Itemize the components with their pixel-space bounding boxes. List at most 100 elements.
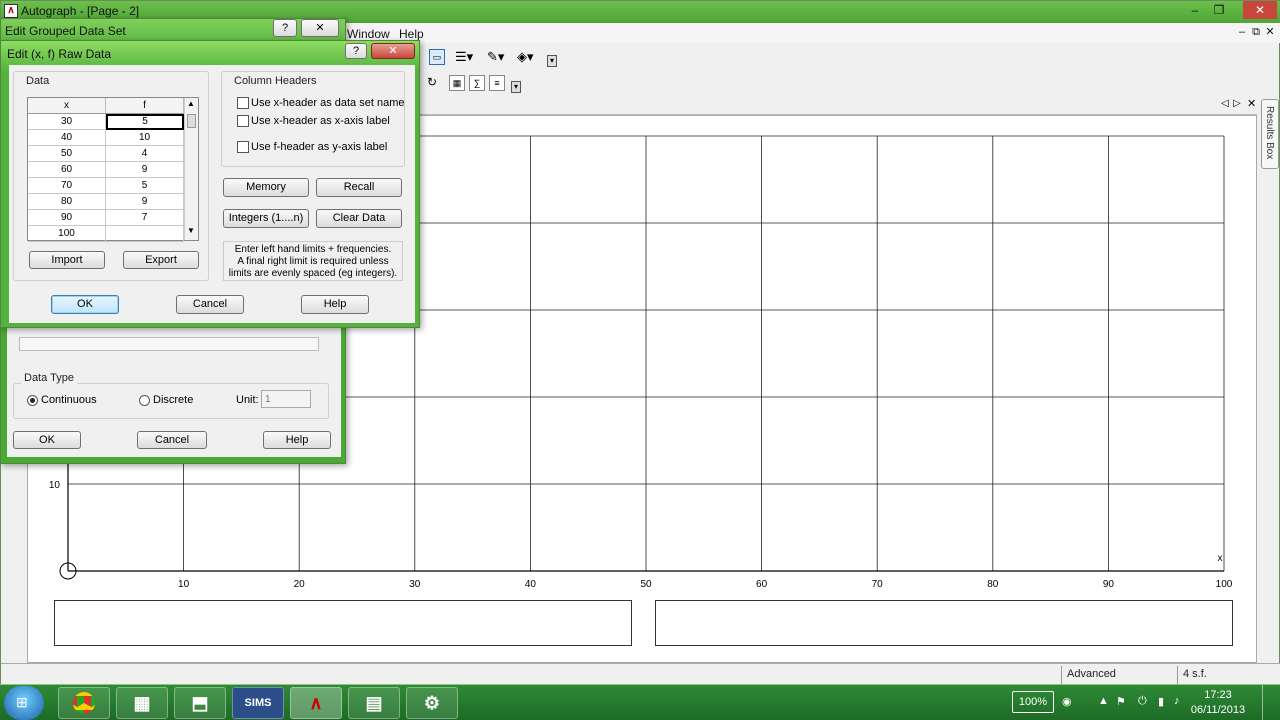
pen-icon[interactable]: ✎▾	[487, 49, 504, 65]
discrete-label: Discrete	[153, 394, 194, 406]
page-next-icon[interactable]: ▷	[1233, 98, 1241, 109]
grouped-cancel-button[interactable]: Cancel	[137, 431, 207, 449]
grid-cell-x[interactable]: 30	[28, 114, 106, 130]
mdi-close-button[interactable]: ✕	[1263, 25, 1277, 39]
column-headers-label: Column Headers	[231, 75, 320, 87]
data-group-label: Data	[23, 75, 53, 87]
formula-icon[interactable]: ∑	[469, 75, 485, 91]
recall-button[interactable]: Recall	[316, 178, 402, 197]
status-mode[interactable]: Advanced	[1067, 668, 1116, 680]
grouped-help-button[interactable]: Help	[263, 431, 331, 449]
hint-line-2: A final right limit is required unless	[237, 256, 389, 267]
taskbar-app-grid[interactable]: ▦	[116, 687, 168, 719]
scroll-up-icon[interactable]: ▲	[187, 99, 195, 108]
text-box-right[interactable]	[655, 600, 1233, 646]
window-restore-button[interactable]: ❐	[1207, 1, 1231, 19]
unit-label: Unit:	[236, 394, 259, 406]
grid-cell-f[interactable]	[106, 226, 184, 242]
clear-data-button[interactable]: Clear Data	[316, 209, 402, 228]
arrow-icon[interactable]: ↻	[427, 75, 437, 89]
raw-help-button[interactable]: Help	[301, 295, 369, 314]
mdi-restore-button[interactable]: ⧉	[1249, 25, 1263, 39]
sims-label: SIMS	[244, 697, 272, 709]
grid-cell-f[interactable]: 9	[106, 194, 184, 210]
grid-cell-x[interactable]: 60	[28, 162, 106, 178]
battery-indicator[interactable]: 100%	[1012, 691, 1054, 713]
grid-scrollbar[interactable]: ▲ ▼	[184, 98, 198, 240]
text-box-left[interactable]	[54, 600, 632, 646]
grouped-dialog-title: Edit Grouped Data Set	[5, 24, 126, 38]
grid-cell-f[interactable]: 4	[106, 146, 184, 162]
tray-app-icon[interactable]: ◉	[1062, 695, 1072, 708]
toolbar-overflow-icon[interactable]: ▾	[547, 55, 557, 67]
continuous-radio[interactable]	[27, 395, 38, 406]
raw-close-button[interactable]: ✕	[371, 43, 415, 59]
grid-header-x[interactable]: x	[28, 98, 106, 114]
grid-cell-x[interactable]: 50	[28, 146, 106, 162]
fill-bucket-icon[interactable]: ◈▾	[517, 49, 534, 65]
x-header-axis-checkbox[interactable]	[237, 115, 249, 127]
show-desktop-button[interactable]	[1262, 685, 1278, 720]
grid-header-f[interactable]: f	[106, 98, 184, 114]
scroll-thumb[interactable]	[187, 114, 196, 128]
action-center-flag-icon[interactable]: ⚑	[1116, 695, 1126, 708]
network-icon[interactable]: ▮	[1158, 695, 1164, 708]
grouped-ok-button[interactable]: OK	[13, 431, 81, 449]
tray-show-hidden-icon[interactable]: ▲	[1098, 695, 1109, 707]
raw-cancel-button[interactable]: Cancel	[176, 295, 244, 314]
grouped-field[interactable]	[19, 337, 319, 351]
grid-cell-f[interactable]: 5	[106, 114, 184, 130]
line-style-icon[interactable]: ☰▾	[455, 49, 473, 65]
x-header-name-checkbox[interactable]	[237, 97, 249, 109]
grouped-close-button[interactable]: ✕	[301, 19, 339, 37]
export-button[interactable]: Export	[123, 251, 199, 269]
page-prev-icon[interactable]: ◁	[1221, 98, 1229, 109]
start-button[interactable]: ⊞	[4, 686, 44, 720]
unit-input[interactable]	[261, 390, 311, 408]
status-precision[interactable]: 4 s.f.	[1183, 668, 1207, 680]
scroll-down-icon[interactable]: ▼	[187, 226, 195, 235]
power-plug-icon[interactable]: ⏻	[1138, 695, 1147, 708]
raw-ok-button[interactable]: OK	[51, 295, 119, 314]
x-tick-label: 30	[409, 579, 421, 590]
grid-cell-x[interactable]: 90	[28, 210, 106, 226]
toolbar2-overflow-icon[interactable]: ▾	[511, 81, 521, 93]
raw-help-icon-button[interactable]: ?	[345, 43, 367, 59]
discrete-radio[interactable]	[139, 395, 150, 406]
menu-window[interactable]: Window	[347, 27, 390, 41]
grouped-help-icon-button[interactable]: ?	[273, 19, 297, 37]
table-icon[interactable]: ▦	[449, 75, 465, 91]
taskbar-document[interactable]: ▤	[348, 687, 400, 719]
taskbar-chrome[interactable]	[58, 687, 110, 719]
list-icon[interactable]: ≡	[489, 75, 505, 91]
page-close-icon[interactable]: ✕	[1247, 97, 1256, 110]
clock-time: 17:23	[1204, 689, 1232, 701]
mdi-minimize-button[interactable]: –	[1235, 25, 1249, 39]
volume-icon[interactable]: ♪	[1174, 695, 1180, 707]
grid-cell-x[interactable]: 40	[28, 130, 106, 146]
f-header-axis-checkbox[interactable]	[237, 141, 249, 153]
window-close-button[interactable]: ✕	[1243, 1, 1277, 19]
grid-cell-x[interactable]: 80	[28, 194, 106, 210]
chrome-icon	[73, 692, 95, 714]
grid-cell-x[interactable]: 70	[28, 178, 106, 194]
menu-help[interactable]: Help	[399, 27, 424, 41]
results-box-tab[interactable]: Results Box	[1261, 99, 1279, 169]
grid-cell-f[interactable]: 10	[106, 130, 184, 146]
taskbar-publisher[interactable]: ⬒	[174, 687, 226, 719]
grid-cell-f[interactable]: 7	[106, 210, 184, 226]
taskbar-utility[interactable]: ⚙	[406, 687, 458, 719]
grid-cell-f[interactable]: 5	[106, 178, 184, 194]
raw-dialog-title: Edit (x, f) Raw Data	[7, 47, 112, 61]
taskbar-sims[interactable]: SIMS	[232, 687, 284, 719]
display-icon[interactable]: ▭	[429, 49, 445, 65]
grid-cell-x[interactable]: 100	[28, 226, 106, 242]
taskbar-clock[interactable]: 17:23 06/11/2013	[1190, 688, 1246, 718]
memory-button[interactable]: Memory	[223, 178, 309, 197]
taskbar-autograph[interactable]: ∧	[290, 687, 342, 719]
data-grid[interactable]: x f 30 5 40 10 50 4 60 9 70 5 80 9 90 7 100 ▲ ▼	[27, 97, 199, 242]
grid-cell-f[interactable]: 9	[106, 162, 184, 178]
window-minimize-button[interactable]: –	[1183, 1, 1207, 19]
import-button[interactable]: Import	[29, 251, 105, 269]
integers-button[interactable]: Integers (1....n)	[223, 209, 309, 228]
